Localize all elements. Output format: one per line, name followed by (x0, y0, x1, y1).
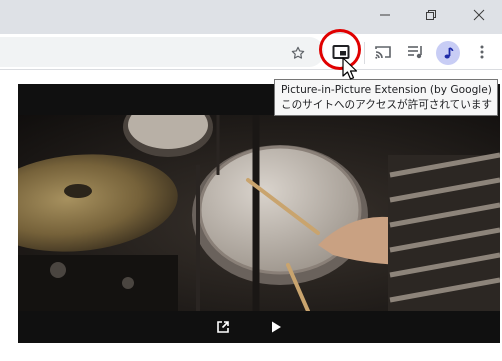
bookmark-star-button[interactable] (287, 42, 309, 64)
music-note-icon (444, 47, 454, 59)
kebab-menu-icon (480, 45, 484, 59)
chrome-menu-button[interactable] (469, 39, 495, 65)
video-frame[interactable] (18, 115, 500, 311)
play-icon (272, 321, 281, 333)
close-button[interactable] (456, 0, 502, 30)
drum-scene-image (18, 115, 500, 311)
close-icon (473, 9, 485, 21)
toolbar-divider (364, 42, 365, 64)
restore-icon (426, 10, 436, 20)
cast-icon (375, 46, 391, 59)
browser-window: Picture-in-Picture Extension (by Google)… (0, 0, 502, 361)
profile-avatar[interactable] (436, 41, 460, 65)
address-bar[interactable] (0, 37, 324, 67)
title-bar (0, 0, 502, 34)
tooltip-access-status: このサイトへのアクセスが許可されています (281, 99, 493, 111)
open-in-new-button[interactable] (214, 318, 232, 336)
extension-tooltip: Picture-in-Picture Extension (by Google)… (274, 79, 498, 116)
minimize-icon (380, 14, 390, 16)
tooltip-extension-name: Picture-in-Picture Extension (by Google) (281, 84, 492, 96)
mouse-cursor-icon (342, 57, 358, 80)
video-player[interactable] (18, 84, 500, 343)
player-controls (18, 311, 500, 343)
media-queue-icon (408, 46, 422, 59)
play-button[interactable] (267, 318, 285, 336)
media-controls-button[interactable] (403, 39, 429, 65)
open-in-new-icon (217, 321, 229, 333)
cast-button[interactable] (370, 39, 396, 65)
star-icon (291, 46, 305, 59)
minimize-button[interactable] (362, 0, 408, 30)
restore-button[interactable] (408, 0, 454, 30)
